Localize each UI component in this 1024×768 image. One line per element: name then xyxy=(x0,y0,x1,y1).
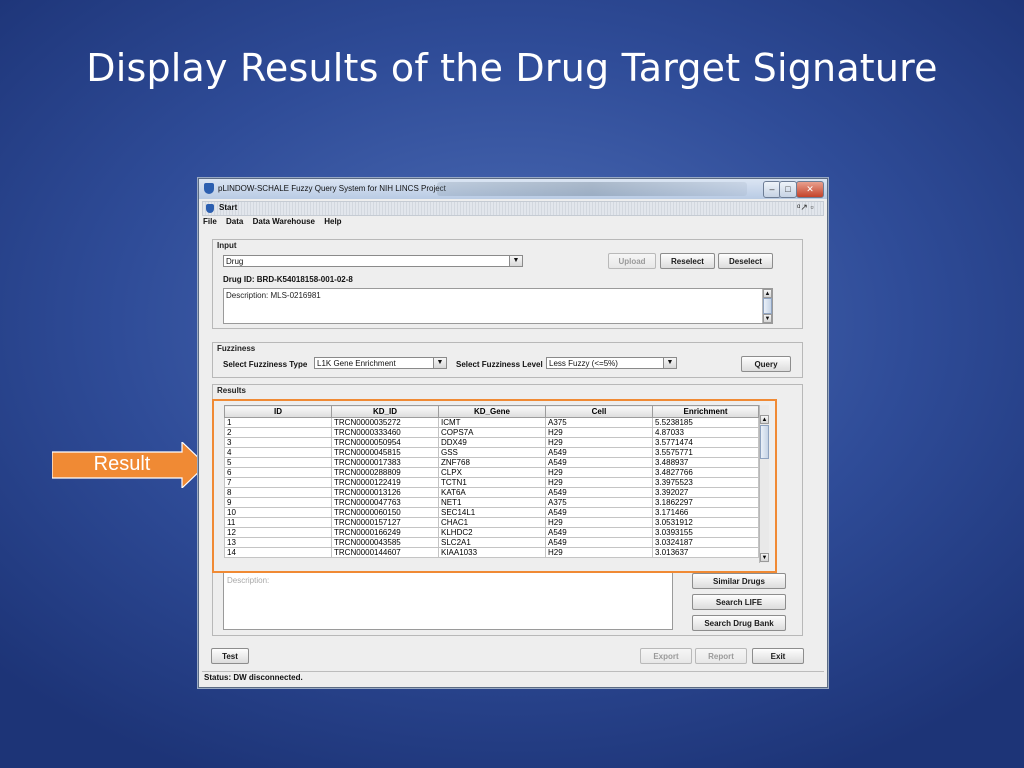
report-button[interactable]: Report xyxy=(695,648,747,664)
upload-button[interactable]: Upload xyxy=(608,253,656,269)
chevron-down-icon: ▼ xyxy=(433,358,446,368)
blurred-taskbar-area xyxy=(437,182,747,196)
maximize-button[interactable]: □ xyxy=(779,181,797,198)
results-highlight-box xyxy=(212,399,777,573)
fuzziness-type-value: L1K Gene Enrichment xyxy=(317,359,396,368)
drug-description-text: Description: MLS-0216981 xyxy=(226,291,321,300)
scroll-thumb[interactable] xyxy=(763,298,772,314)
slide-title: Display Results of the Drug Target Signa… xyxy=(86,46,938,90)
menu-data[interactable]: Data xyxy=(226,217,243,226)
chevron-down-icon: ▼ xyxy=(663,358,676,368)
search-life-button[interactable]: Search LIFE xyxy=(692,594,786,610)
results-panel-title: Results xyxy=(217,386,246,395)
input-type-select[interactable]: Drug ▼ xyxy=(223,255,523,267)
close-button[interactable]: ✕ xyxy=(796,181,824,198)
description-scrollbar[interactable]: ▲ ▼ xyxy=(762,289,772,323)
menu-data-warehouse[interactable]: Data Warehouse xyxy=(253,217,315,226)
input-panel-title: Input xyxy=(217,241,237,250)
title-bar[interactable]: pLINDOW-SCHALE Fuzzy Query System for NI… xyxy=(199,179,827,199)
input-panel: Input Drug ▼ Upload Reselect Deselect Dr… xyxy=(212,239,803,329)
menu-file[interactable]: File xyxy=(203,217,217,226)
window-title: pLINDOW-SCHALE Fuzzy Query System for NI… xyxy=(218,184,446,193)
chevron-down-icon: ▼ xyxy=(509,256,522,266)
result-callout-arrow: Result xyxy=(52,442,206,488)
export-button[interactable]: Export xyxy=(640,648,692,664)
internal-frame-title: Start xyxy=(219,203,238,212)
menu-help[interactable]: Help xyxy=(324,217,341,226)
fuzziness-panel-title: Fuzziness xyxy=(217,344,256,353)
reselect-button[interactable]: Reselect xyxy=(660,253,715,269)
similar-drugs-button[interactable]: Similar Drugs xyxy=(692,573,786,589)
input-type-value: Drug xyxy=(226,257,244,266)
status-bar: Status: DW disconnected. xyxy=(202,671,824,684)
fuzziness-panel: Fuzziness Select Fuzziness Type L1K Gene… xyxy=(212,342,803,378)
callout-label: Result xyxy=(93,453,151,475)
query-button[interactable]: Query xyxy=(741,356,791,372)
menu-bar: File Data Data Warehouse Help xyxy=(203,217,823,229)
start-frame-icon xyxy=(206,204,214,213)
search-drug-bank-button[interactable]: Search Drug Bank xyxy=(692,615,786,631)
fuzziness-type-select[interactable]: L1K Gene Enrichment ▼ xyxy=(314,357,447,369)
result-description-placeholder: Description: xyxy=(227,576,270,585)
fuzziness-level-select[interactable]: Less Fuzzy (<=5%) ▼ xyxy=(546,357,677,369)
fuzziness-level-label: Select Fuzziness Level xyxy=(456,360,543,369)
drug-description-field[interactable]: Description: MLS-0216981 xyxy=(223,288,773,324)
fuzziness-level-value: Less Fuzzy (<=5%) xyxy=(549,359,618,368)
app-shield-icon xyxy=(204,183,214,194)
scroll-down-icon[interactable]: ▼ xyxy=(763,314,772,323)
drug-id-label: Drug ID: BRD-K54018158-001-02-8 xyxy=(223,275,353,284)
result-description-field[interactable]: Description: xyxy=(223,572,673,630)
internal-frame-bar[interactable]: Start ᵅ↗ ▫ xyxy=(202,201,824,216)
exit-button[interactable]: Exit xyxy=(752,648,804,664)
deselect-button[interactable]: Deselect xyxy=(718,253,773,269)
scroll-up-icon[interactable]: ▲ xyxy=(763,289,772,298)
test-button[interactable]: Test xyxy=(211,648,249,664)
restore-frame-icon[interactable]: ᵅ↗ ▫ xyxy=(797,202,814,213)
fuzziness-type-label: Select Fuzziness Type xyxy=(223,360,308,369)
